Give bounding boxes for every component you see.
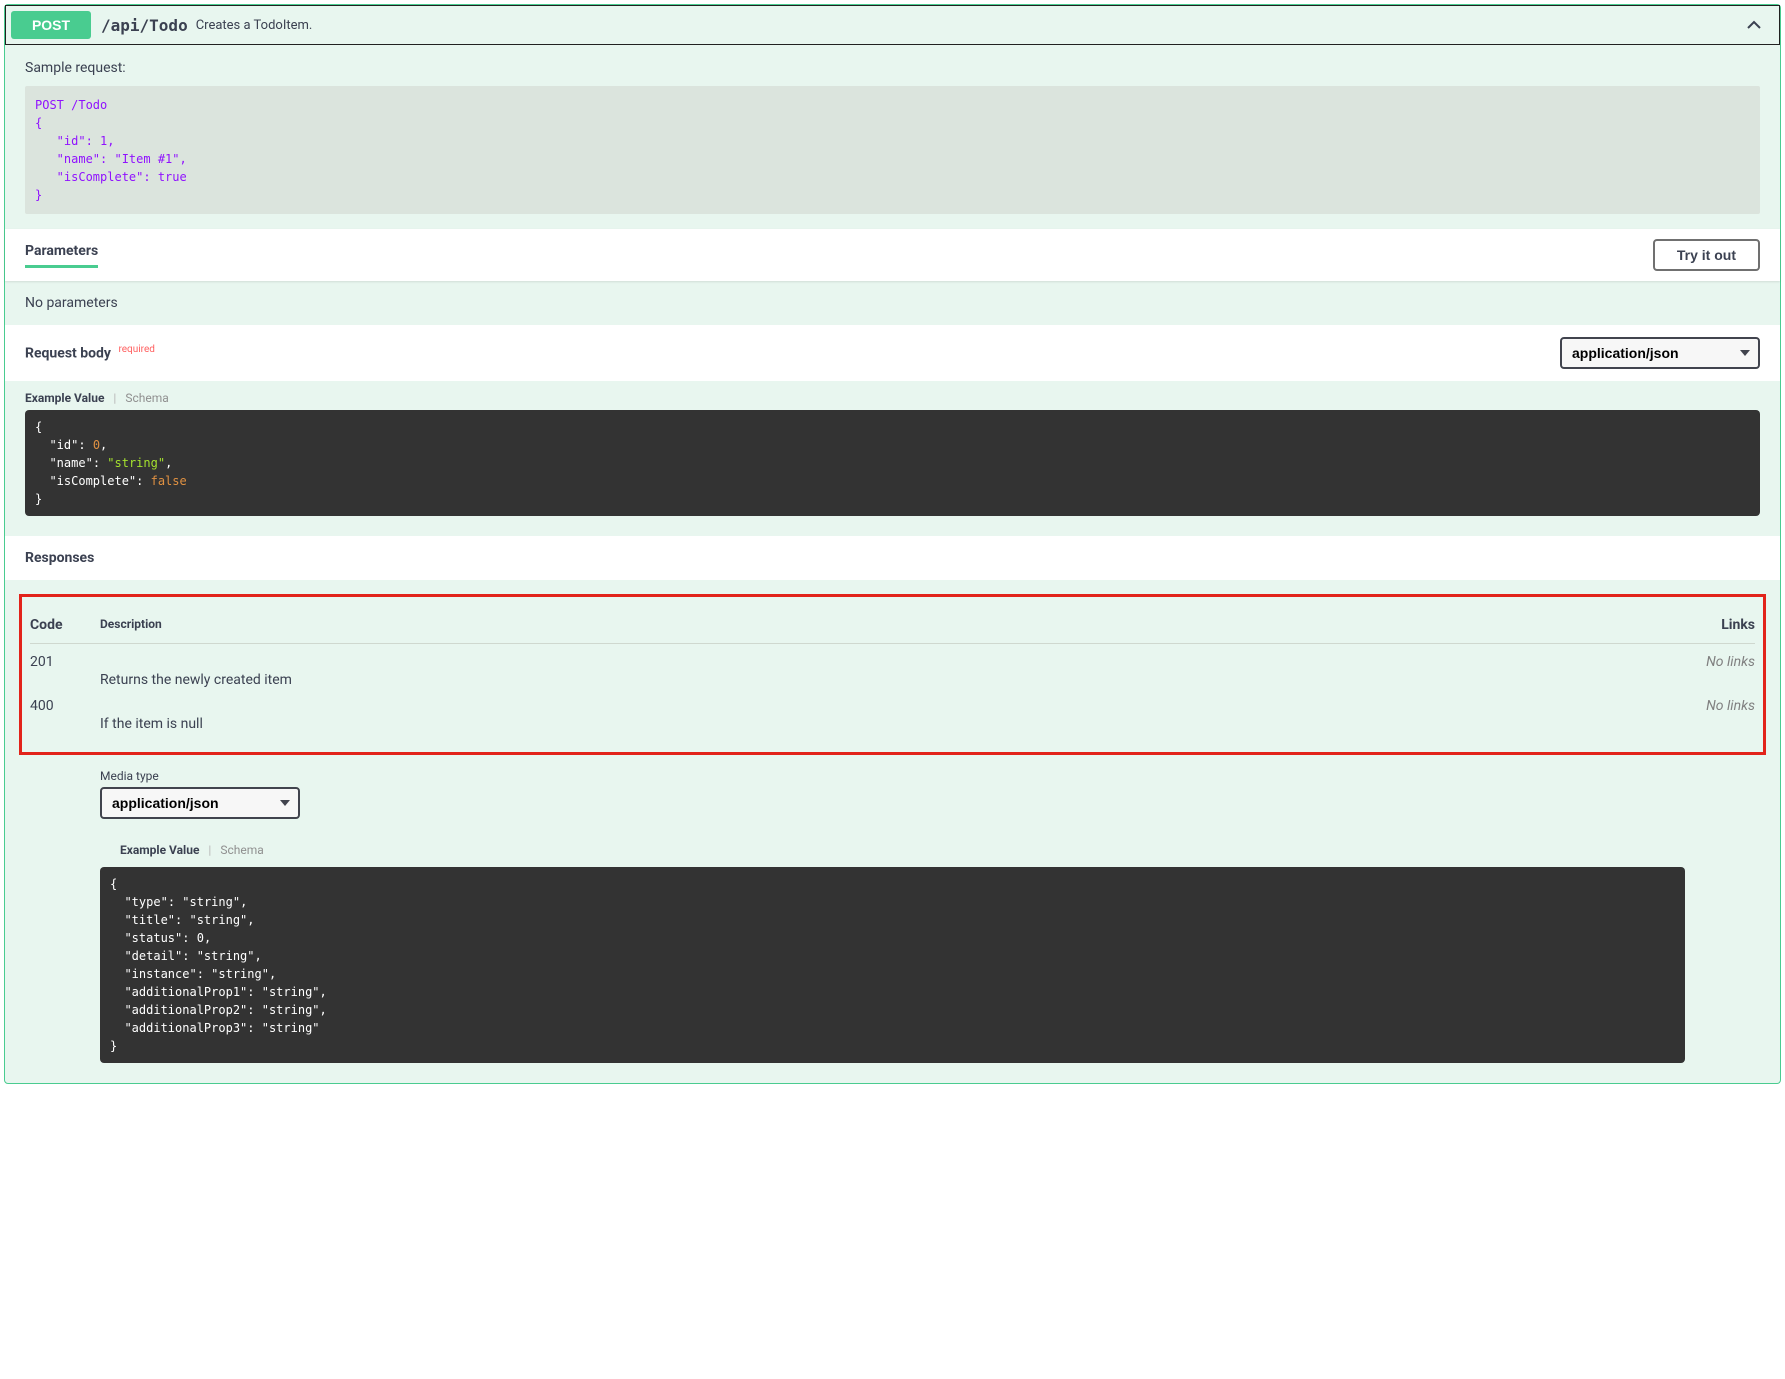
required-badge: required bbox=[118, 344, 154, 355]
response-body-tabs: Example Value | Schema bbox=[100, 833, 1760, 862]
endpoint-description: Creates a TodoItem. bbox=[196, 18, 1744, 33]
responses-header: Responses bbox=[5, 536, 1780, 580]
sample-request-block: Sample request: POST /Todo { "id": 1, "n… bbox=[5, 45, 1780, 229]
media-type-select-wrap: application/json bbox=[100, 787, 300, 819]
content-type-select[interactable]: application/json bbox=[1560, 337, 1760, 369]
response-links: No links bbox=[1675, 698, 1755, 732]
parameters-title: Parameters bbox=[25, 243, 98, 268]
response-description: If the item is null bbox=[100, 698, 1675, 732]
tab-example-value[interactable]: Example Value bbox=[25, 391, 104, 405]
operation-body: Sample request: POST /Todo { "id": 1, "n… bbox=[5, 45, 1780, 1063]
response-code: 400 bbox=[30, 698, 100, 732]
tab-schema[interactable]: Schema bbox=[125, 391, 168, 405]
responses-table: Code Description Links 201Returns the ne… bbox=[19, 594, 1766, 755]
responses-table-header: Code Description Links bbox=[30, 617, 1755, 644]
try-it-out-button[interactable]: Try it out bbox=[1653, 239, 1760, 271]
request-body-tabs: Example Value | Schema bbox=[5, 381, 1780, 410]
operation-summary[interactable]: POST /api/Todo Creates a TodoItem. bbox=[5, 5, 1780, 45]
request-body-header: Request body required application/json bbox=[5, 325, 1780, 381]
content-type-select-wrap: application/json bbox=[1560, 337, 1760, 369]
sample-request-label: Sample request: bbox=[25, 60, 1760, 76]
request-body-example: { "id": 0, "name": "string", "isComplete… bbox=[25, 410, 1760, 516]
no-parameters: No parameters bbox=[5, 281, 1780, 325]
parameters-section-header: Parameters Try it out bbox=[5, 229, 1780, 281]
chevron-up-icon[interactable] bbox=[1744, 15, 1764, 35]
method-badge: POST bbox=[11, 11, 91, 39]
endpoint-path: /api/Todo bbox=[101, 16, 188, 35]
response-links: No links bbox=[1675, 654, 1755, 688]
operation-block: POST /api/Todo Creates a TodoItem. Sampl… bbox=[4, 4, 1781, 1084]
request-body-title: Request body required bbox=[25, 344, 155, 362]
response-row: 400If the item is nullNo links bbox=[30, 688, 1755, 732]
responses-title: Responses bbox=[25, 550, 1760, 566]
tab-response-example-value[interactable]: Example Value bbox=[120, 843, 199, 857]
media-type-block: Media type application/json bbox=[100, 769, 1760, 819]
response-code: 201 bbox=[30, 654, 100, 688]
response-body-example: { "type": "string", "title": "string", "… bbox=[100, 867, 1685, 1063]
col-header-code: Code bbox=[30, 617, 100, 633]
col-header-links: Links bbox=[1675, 617, 1755, 633]
tab-response-schema[interactable]: Schema bbox=[220, 843, 263, 857]
media-type-label: Media type bbox=[100, 769, 1760, 783]
media-type-select[interactable]: application/json bbox=[100, 787, 300, 819]
response-row: 201Returns the newly created itemNo link… bbox=[30, 644, 1755, 688]
col-header-description: Description bbox=[100, 617, 1675, 633]
response-description: Returns the newly created item bbox=[100, 654, 1675, 688]
sample-request-code: POST /Todo { "id": 1, "name": "Item #1",… bbox=[25, 86, 1760, 214]
